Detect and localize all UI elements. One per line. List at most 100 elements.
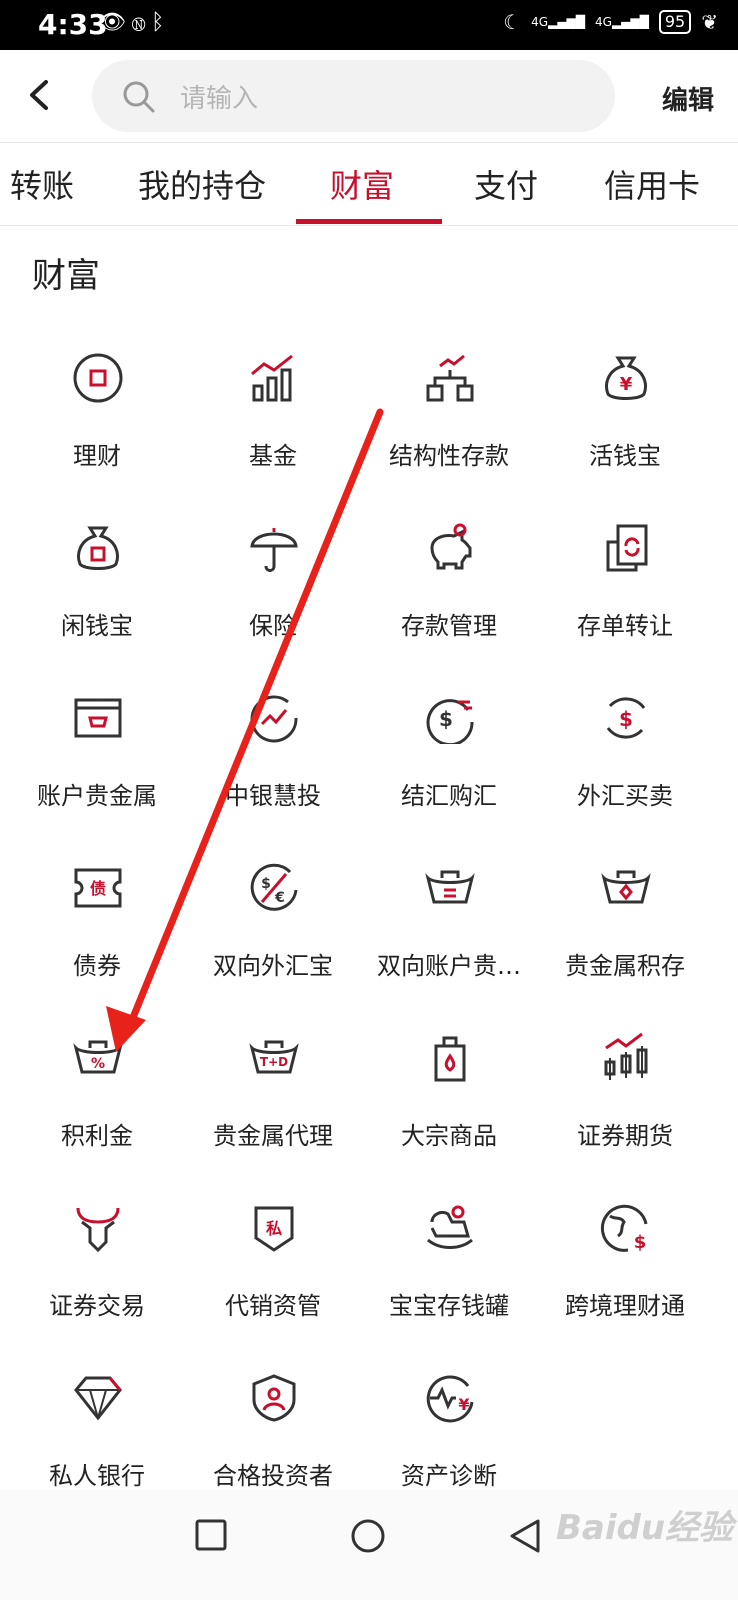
edit-button[interactable]: 编辑 xyxy=(662,80,714,117)
section-title: 财富 xyxy=(32,256,100,296)
piggy-bank-icon xyxy=(430,523,472,570)
grid-item-label: 结汇购汇 xyxy=(401,782,497,810)
money-bag-icon xyxy=(77,526,119,570)
grid-item-label: 中银慧投 xyxy=(225,782,321,810)
signal-icon-1: 4G▂▄▆█ xyxy=(531,15,586,29)
grid-item-label: 双向账户贵… xyxy=(377,952,521,980)
bar-chart-icon xyxy=(251,354,293,402)
grid-item-label: 存单转让 xyxy=(577,612,673,640)
ingot-diamond-icon xyxy=(601,870,651,904)
home-button[interactable] xyxy=(350,1518,386,1554)
grid-item-label: 资产诊断 xyxy=(401,1462,497,1490)
grid-item-label: 结构性存款 xyxy=(389,442,509,470)
svg-text:$: $ xyxy=(634,1232,647,1253)
grid-item-xianqianbao[interactable]: 闲钱宝 xyxy=(12,510,182,680)
structure-icon xyxy=(426,354,474,402)
grid-item-deposit-management[interactable]: 存款管理 xyxy=(364,510,534,680)
grid-item-securities-futures[interactable]: 证券期货 xyxy=(540,1020,710,1190)
battery-icon: 95 xyxy=(658,10,692,34)
grid-item-huoqianbao[interactable]: ¥ 活钱宝 xyxy=(540,340,710,510)
dollar-cycle-icon: $ xyxy=(606,697,646,739)
back-button[interactable] xyxy=(18,72,64,118)
asset-diagnosis-icon: ¥ xyxy=(426,1375,474,1423)
grid-item-securities-trading[interactable]: 证券交易 xyxy=(12,1190,182,1360)
chevron-left-icon xyxy=(30,80,48,110)
status-icons-left: 👁Ⓝᛒ xyxy=(98,10,170,35)
grid-item-structured-deposit[interactable]: 结构性存款 xyxy=(364,340,534,510)
oil-can-icon xyxy=(434,1036,466,1082)
nfc-icon: Ⓝ xyxy=(131,10,152,35)
grid-item-precious-metal-agency[interactable]: T+D 贵金属代理 xyxy=(188,1020,358,1190)
grid-item-label: 贵金属积存 xyxy=(565,952,685,980)
dollar-exchange-icon: $ xyxy=(426,699,474,744)
grid-item-commodities[interactable]: 大宗商品 xyxy=(364,1020,534,1190)
grid-item-bond[interactable]: 债 债券 xyxy=(12,850,182,1020)
back-nav-button[interactable] xyxy=(508,1518,542,1554)
rocking-horse-icon xyxy=(427,1205,473,1249)
grid-item-account-precious-metal[interactable]: 账户贵金属 xyxy=(12,680,182,850)
svg-text:¥: ¥ xyxy=(620,374,633,395)
grid-item-asset-management[interactable]: 私 代销资管 xyxy=(188,1190,358,1360)
grid-item-baby-savings[interactable]: 宝宝存钱罐 xyxy=(364,1190,534,1360)
grid-item-cross-border-wealth[interactable]: $ 跨境理财通 xyxy=(540,1190,710,1360)
grid-item-label: 存款管理 xyxy=(401,612,497,640)
top-bar: 请输入 编辑 xyxy=(0,50,738,143)
grid-item-fx-trading[interactable]: $ 外汇买卖 xyxy=(540,680,710,850)
tab-credit-card[interactable]: 信用卡 xyxy=(604,161,700,207)
investor-shield-icon xyxy=(252,1374,296,1422)
coin-icon xyxy=(73,353,123,403)
grid-item-label: 债券 xyxy=(73,952,121,980)
svg-text:€: € xyxy=(274,890,285,906)
tab-payment[interactable]: 支付 xyxy=(474,161,538,207)
search-icon xyxy=(123,81,155,113)
dollar-euro-icon: $€ xyxy=(250,863,298,911)
grid-item-smart-invest[interactable]: 中银慧投 xyxy=(188,680,358,850)
grid-item-jilijin[interactable]: % 积利金 xyxy=(12,1020,182,1190)
grid-item-two-way-account-metal[interactable]: 双向账户贵… xyxy=(364,850,534,1020)
svg-text:$: $ xyxy=(439,707,453,731)
grid-item-insurance[interactable]: 保险 xyxy=(188,510,358,680)
recent-apps-button[interactable] xyxy=(194,1518,228,1552)
svg-text:T+D: T+D xyxy=(260,1055,288,1069)
search-bar[interactable]: 请输入 xyxy=(92,60,615,132)
grid-item-label: 贵金属代理 xyxy=(213,1122,333,1150)
moon-icon: ☾ xyxy=(503,10,522,34)
grid-item-label: 基金 xyxy=(249,442,297,470)
smart-invest-icon xyxy=(250,695,298,743)
grid-item-label: 双向外汇宝 xyxy=(213,952,333,980)
bond-ticket-icon: 债 xyxy=(74,868,122,908)
status-bar: 4:33 👁Ⓝᛒ ☾ 4G▂▄▆█ 4G▂▄▆█ 95 ❦ xyxy=(0,0,738,50)
gold-card-icon xyxy=(74,698,122,738)
watermark: Baidu经验 xyxy=(556,1508,734,1548)
candlestick-icon xyxy=(604,1032,648,1080)
grid-item-label: 私人银行 xyxy=(49,1462,145,1490)
grid-item-label: 积利金 xyxy=(61,1122,133,1150)
grid-item-precious-metal-savings[interactable]: 贵金属积存 xyxy=(540,850,710,1020)
private-shield-icon: 私 xyxy=(254,1206,294,1252)
bluetooth-icon: ᛒ xyxy=(151,10,171,35)
svg-text:¥: ¥ xyxy=(458,1395,469,1414)
grid-item-licai[interactable]: 理财 xyxy=(12,340,182,510)
tab-transfer[interactable]: 转账 xyxy=(10,161,74,207)
search-placeholder: 请输入 xyxy=(180,84,259,114)
grid-item-label: 证券交易 xyxy=(49,1292,145,1320)
certificate-transfer-icon xyxy=(606,524,648,572)
grid-item-label: 证券期货 xyxy=(577,1122,673,1150)
grid-item-label: 理财 xyxy=(73,442,121,470)
grid-item-cd-transfer[interactable]: 存单转让 xyxy=(540,510,710,680)
grid-item-label: 活钱宝 xyxy=(589,442,661,470)
leaf-icon: ❦ xyxy=(701,10,718,34)
grid-item-fund[interactable]: 基金 xyxy=(188,340,358,510)
ingot-td-icon: T+D xyxy=(249,1040,299,1074)
globe-dollar-icon: $ xyxy=(600,1204,648,1253)
active-tab-indicator xyxy=(296,219,442,224)
tab-holdings[interactable]: 我的持仓 xyxy=(138,161,266,207)
grid-item-two-way-fx[interactable]: $ € 双向外汇宝 xyxy=(188,850,358,1020)
eye-icon: 👁 xyxy=(98,10,132,35)
signal-icon-2: 4G▂▄▆█ xyxy=(595,15,649,29)
grid-item-label: 外汇买卖 xyxy=(577,782,673,810)
grid-item-label: 保险 xyxy=(249,612,297,640)
svg-text:债: 债 xyxy=(90,879,106,898)
grid-item-fx-settlement[interactable]: $ 结汇购汇 xyxy=(364,680,534,850)
tab-wealth[interactable]: 财富 xyxy=(330,161,394,207)
